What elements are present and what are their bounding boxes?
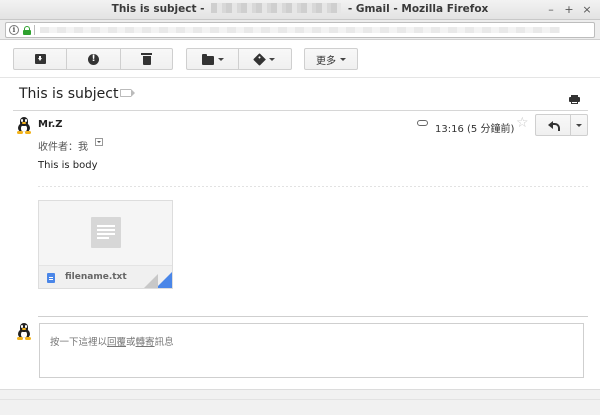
attachment-divider [38, 186, 588, 187]
chevron-down-icon [217, 57, 224, 61]
reply-icon [548, 121, 560, 131]
fold-shadow [144, 274, 158, 288]
label-icon [253, 52, 266, 66]
label-tag-icon[interactable] [120, 89, 135, 97]
archive-icon [34, 54, 46, 64]
reply-hint-prefix: 按一下這裡以 [50, 337, 108, 348]
print-icon[interactable] [569, 95, 580, 104]
info-icon[interactable]: i [9, 25, 19, 35]
close-window-button[interactable]: × [581, 3, 593, 16]
forward-link[interactable]: 轉寄 [136, 337, 155, 348]
lock-icon[interactable] [23, 26, 31, 35]
more-reply-options-button[interactable] [571, 114, 588, 136]
message-toolbar: ! 更多 [0, 40, 600, 78]
trash-icon [141, 52, 152, 65]
reply-link[interactable]: 回覆 [107, 337, 126, 348]
sender-name[interactable]: Mr.Z [38, 119, 63, 130]
delete-button[interactable] [121, 48, 173, 70]
divider [13, 110, 588, 111]
message-timestamp: 13:16 (5 分鐘前) [435, 124, 515, 135]
chevron-down-icon [269, 57, 275, 61]
attachment-preview [39, 201, 172, 265]
redacted-email-blur [211, 3, 342, 13]
text-file-icon [47, 273, 55, 283]
reply-box[interactable]: 按一下這裡以回覆或轉寄訊息 [39, 323, 584, 378]
more-button[interactable]: 更多 [304, 48, 358, 70]
window-title-suffix: - Gmail - Mozilla Firefox [347, 3, 489, 15]
show-details-dropdown[interactable] [95, 138, 103, 146]
organize-button-group [186, 48, 292, 70]
labels-button[interactable] [239, 48, 292, 70]
attachment-filename: filename.txt [65, 272, 127, 282]
reply-hint-suffix: 訊息 [154, 337, 174, 348]
avatar [16, 117, 32, 135]
page-title: This is subject [19, 86, 119, 102]
recipients-text: 收件者：我 [38, 142, 88, 153]
reply-button-group [535, 114, 588, 136]
maximize-button[interactable]: + [563, 3, 575, 16]
minimize-button[interactable]: – [545, 3, 557, 16]
divider [38, 316, 588, 317]
action-button-group: ! [13, 48, 173, 70]
archive-button[interactable] [13, 48, 67, 70]
chevron-down-icon [340, 57, 346, 61]
report-spam-button[interactable]: ! [67, 48, 121, 70]
navigation-bar: i [0, 20, 600, 40]
paperclip-icon [417, 120, 428, 126]
reply-button[interactable] [535, 114, 571, 136]
star-icon[interactable]: ☆ [516, 116, 529, 130]
window-title: This is subject - - Gmail - Mozilla Fire… [0, 3, 600, 15]
attachment-card[interactable]: filename.txt [38, 200, 173, 289]
url-input[interactable]: i [5, 22, 595, 38]
chevron-down-icon [576, 123, 582, 127]
avatar [16, 323, 32, 341]
spam-icon: ! [88, 53, 99, 65]
more-button-group: 更多 [304, 48, 358, 70]
move-to-button[interactable] [186, 48, 239, 70]
reply-hint: 按一下這裡以回覆或轉寄訊息 [50, 334, 174, 348]
window-title-prefix: This is subject - [111, 3, 205, 15]
fold-corner [156, 272, 172, 288]
status-bar [0, 389, 600, 415]
message-body: This is body [38, 160, 98, 171]
redacted-url-blur [40, 27, 560, 33]
more-label: 更多 [316, 55, 336, 67]
reply-hint-or: 或 [126, 337, 136, 348]
url-divider [34, 25, 35, 35]
window-titlebar: This is subject - - Gmail - Mozilla Fire… [0, 0, 600, 20]
document-icon [91, 217, 121, 248]
folder-icon [201, 53, 214, 65]
